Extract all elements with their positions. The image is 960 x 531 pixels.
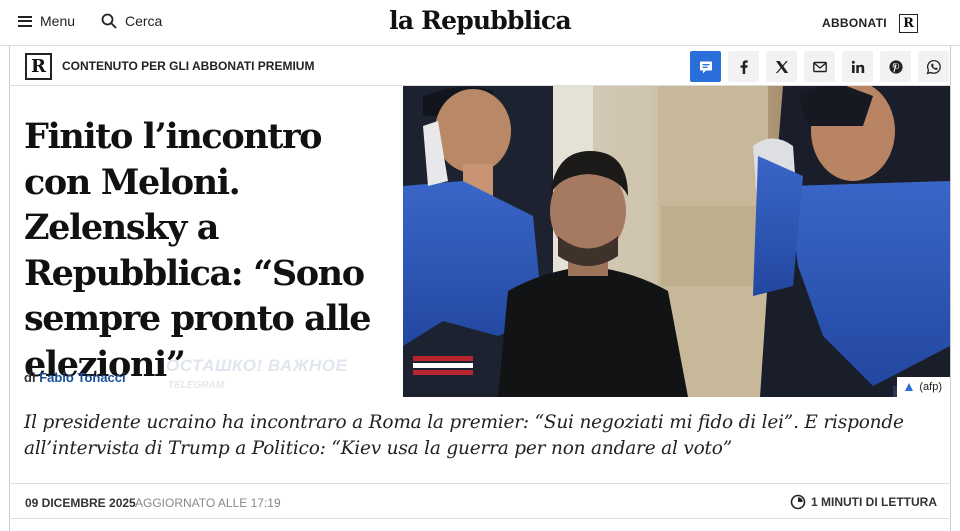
byline-prefix: di bbox=[24, 370, 36, 385]
pinterest-icon bbox=[888, 59, 903, 74]
subscribe-link[interactable]: ABBONATI bbox=[822, 16, 887, 30]
comment-button[interactable] bbox=[690, 51, 721, 82]
publish-date: 09 DICEMBRE 2025 bbox=[25, 496, 136, 510]
update-time: AGGIORNATO ALLE 17:19 bbox=[135, 496, 281, 510]
menu-label: Menu bbox=[40, 13, 76, 29]
article-headline: Finito l’incontro con Meloni. Zelensky a… bbox=[24, 116, 372, 385]
article-meta: 09 DICEMBRE 2025 AGGIORNATO ALLE 17:19 1… bbox=[9, 483, 951, 519]
reading-time: 1 MINUTI DI LETTURA bbox=[790, 494, 937, 510]
byline: di Fabio Tonacci bbox=[24, 370, 126, 385]
author-link[interactable]: Fabio Tonacci bbox=[39, 370, 125, 385]
x-icon bbox=[775, 60, 788, 73]
search-button[interactable]: Cerca bbox=[101, 13, 162, 29]
share-email-button[interactable] bbox=[804, 51, 835, 82]
hamburger-icon bbox=[18, 15, 32, 27]
linkedin-icon bbox=[851, 60, 864, 73]
facebook-icon bbox=[740, 59, 748, 74]
article-summary: Il presidente ucraino ha incontraro a Ro… bbox=[24, 412, 904, 459]
premium-label: CONTENUTO PER GLI ABBONATI PREMIUM bbox=[62, 59, 315, 73]
comment-icon bbox=[699, 61, 712, 73]
email-icon bbox=[812, 61, 827, 72]
photo-credit-label: (afp) bbox=[919, 381, 942, 393]
repubblica-logo-icon[interactable]: R bbox=[899, 14, 918, 33]
triangle-up-icon bbox=[905, 383, 914, 391]
reading-time-label: 1 MINUTI DI LETTURA bbox=[811, 495, 937, 509]
search-icon bbox=[101, 13, 117, 29]
photo-credit[interactable]: (afp) bbox=[897, 377, 950, 397]
search-label: Cerca bbox=[125, 13, 163, 29]
premium-logo-icon: R bbox=[25, 53, 52, 80]
share-x-button[interactable] bbox=[766, 51, 797, 82]
premium-bar: R CONTENUTO PER GLI ABBONATI PREMIUM bbox=[9, 46, 951, 86]
photo-illustration bbox=[403, 86, 950, 397]
share-linkedin-button[interactable] bbox=[842, 51, 873, 82]
share-facebook-button[interactable] bbox=[728, 51, 759, 82]
whatsapp-icon bbox=[926, 59, 941, 74]
menu-button[interactable]: Menu bbox=[18, 13, 75, 29]
top-bar: Menu Cerca la Repubblica ABBONATI R bbox=[0, 0, 960, 46]
share-whatsapp-button[interactable] bbox=[918, 51, 949, 82]
clock-icon bbox=[790, 494, 806, 510]
share-pinterest-button[interactable] bbox=[880, 51, 911, 82]
article-photo[interactable]: (afp) bbox=[403, 86, 950, 397]
